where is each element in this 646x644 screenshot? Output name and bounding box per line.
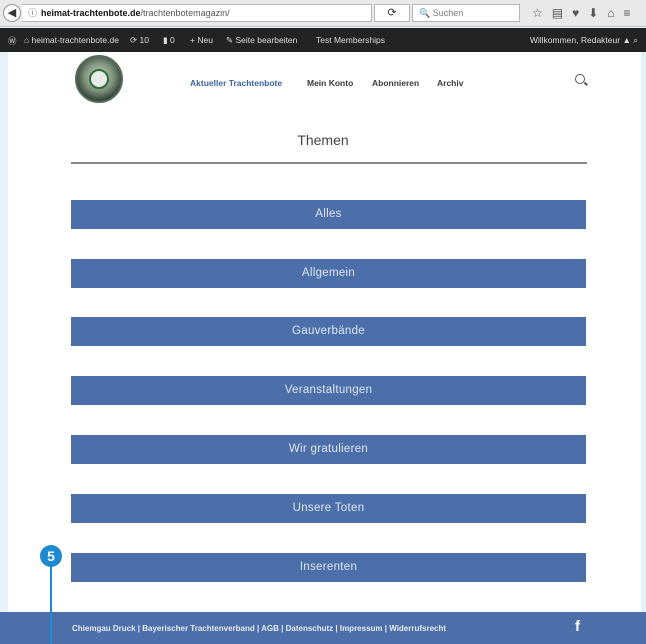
back-arrow-icon[interactable]: ◀ xyxy=(3,4,21,22)
admin-comments[interactable]: ▮ 0 xyxy=(163,35,175,46)
footer-links[interactable]: Chiemgau Druck | Bayerischer Trachtenver… xyxy=(72,624,446,633)
browser-search-input[interactable]: 🔍 Suchen xyxy=(412,4,520,22)
wordpress-icon[interactable]: Ⓦ xyxy=(8,35,17,47)
main-content: Themen Alles Allgemein Gauverbände Veran… xyxy=(0,104,646,612)
site-logo[interactable] xyxy=(75,55,123,103)
wp-admin-bar: Ⓦ ⌂ heimat-trachtenbote.de ⟳ 10 ▮ 0 + Ne… xyxy=(0,28,646,52)
address-bar[interactable]: ⓘ heimat-trachtenbote.de/trachtenbotemaga… xyxy=(22,4,372,22)
info-icon[interactable]: ⓘ xyxy=(28,8,37,18)
browser-toolbar-icons[interactable]: ☆▤♥⬇⌂≡ xyxy=(532,6,640,20)
topic-button-wir-gratulieren[interactable]: Wir gratulieren xyxy=(71,435,586,464)
nav-mein-konto[interactable]: Mein Konto xyxy=(307,78,353,88)
admin-new[interactable]: + Neu xyxy=(190,35,213,45)
topic-button-inserenten[interactable]: Inserenten xyxy=(71,553,586,582)
callout-line xyxy=(50,566,52,644)
browser-toolbar: ◀ ⓘ heimat-trachtenbote.de/trachtenbotema… xyxy=(0,0,646,27)
callout-number-badge: 5 xyxy=(40,545,62,567)
title-divider xyxy=(71,162,587,164)
site-footer: Chiemgau Druck | Bayerischer Trachtenver… xyxy=(0,612,646,644)
page-title: Themen xyxy=(297,132,349,148)
topic-button-unsere-toten[interactable]: Unsere Toten xyxy=(71,494,586,523)
topic-button-allgemein[interactable]: Allgemein xyxy=(71,259,586,288)
nav-abonnieren[interactable]: Abonnieren xyxy=(372,78,419,88)
nav-archiv[interactable]: Archiv xyxy=(437,78,463,88)
nav-aktueller-trachtenbote[interactable]: Aktueller Trachtenbote xyxy=(190,78,282,88)
admin-updates[interactable]: ⟳ 10 xyxy=(130,35,149,46)
facebook-icon[interactable]: f xyxy=(575,618,580,635)
page-left-margin xyxy=(0,52,8,612)
topic-button-veranstaltungen[interactable]: Veranstaltungen xyxy=(71,376,586,405)
url-path: /trachtenbotemagazin/ xyxy=(140,8,230,18)
admin-edit-page[interactable]: ✎ Seite bearbeiten xyxy=(226,35,297,46)
page-right-margin xyxy=(641,52,646,612)
admin-account[interactable]: Willkommen, Redakteur ▲ ⌕ xyxy=(530,35,638,46)
url-host: heimat-trachtenbote.de xyxy=(41,8,141,18)
reload-icon[interactable]: ⟳ xyxy=(374,4,410,22)
topic-button-gauverbaende[interactable]: Gauverbände xyxy=(71,317,586,346)
admin-site-link[interactable]: ⌂ heimat-trachtenbote.de xyxy=(24,35,119,45)
logo-emblem xyxy=(89,69,109,89)
topic-button-alles[interactable]: Alles xyxy=(71,200,586,229)
admin-test-memberships[interactable]: Test Memberships xyxy=(316,35,385,45)
browser-search-placeholder: Suchen xyxy=(432,8,464,18)
site-header: Aktueller Trachtenbote Mein Konto Abonni… xyxy=(0,52,646,104)
search-icon[interactable] xyxy=(575,74,585,84)
